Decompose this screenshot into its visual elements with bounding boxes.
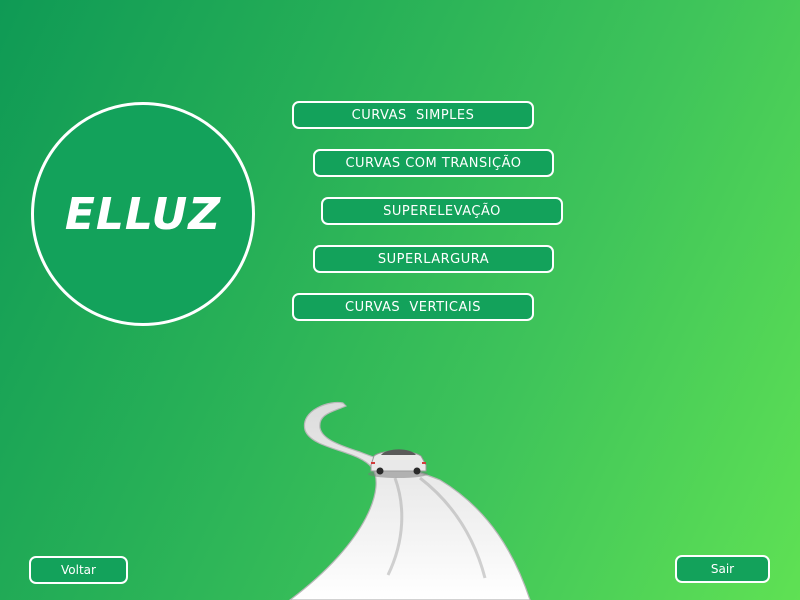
- road-shape: [289, 401, 531, 600]
- car-icon: [368, 449, 428, 478]
- sair-button[interactable]: Sair: [675, 555, 770, 583]
- voltar-button[interactable]: Voltar: [29, 556, 128, 584]
- road-with-car-icon: [289, 401, 531, 600]
